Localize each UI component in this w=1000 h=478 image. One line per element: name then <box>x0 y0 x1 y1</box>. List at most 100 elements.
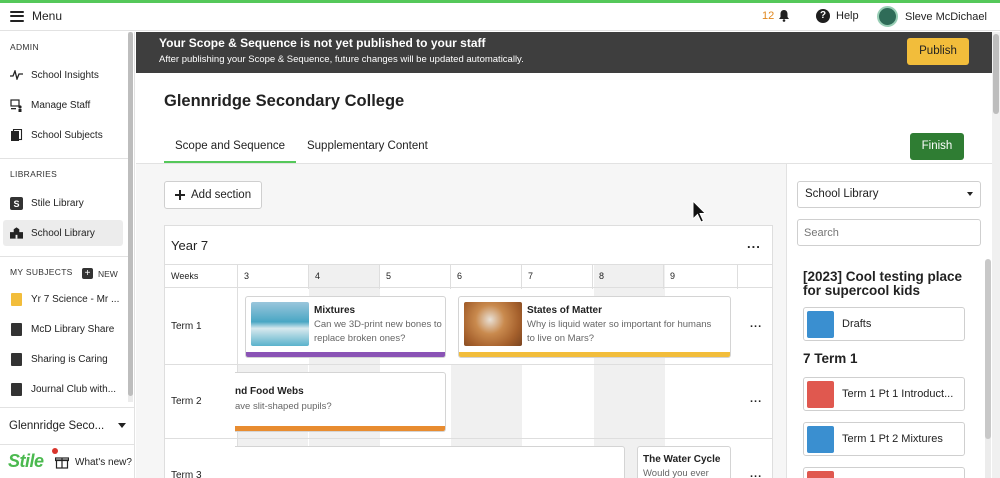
week-number: 4 <box>315 271 321 281</box>
folder-thumbnail <box>807 310 834 338</box>
term-label: Term 2 <box>171 396 202 407</box>
sidebar-divider <box>0 256 128 257</box>
sidebar-item-label: Sharing is Caring <box>31 353 108 365</box>
library-lesson-label: Term 1 Pt 1 Introduct... <box>842 388 954 400</box>
stile-s-icon: S <box>10 196 23 210</box>
week-number: 5 <box>386 271 392 281</box>
sidebar-item-school-insights[interactable]: School Insights <box>3 62 123 88</box>
library-lesson-card[interactable]: Term 1 Pt 2 Mixtures <box>803 422 965 456</box>
drafts-label: Drafts <box>842 318 872 330</box>
new-subject-button[interactable]: + NEW <box>82 268 118 279</box>
sidebar-item-stile-library[interactable]: S Stile Library <box>3 190 123 216</box>
sidebar-item-label: Yr 7 Science - Mr ... <box>31 293 120 305</box>
avatar <box>877 6 898 27</box>
my-subjects-heading: MY SUBJECTS <box>10 267 73 277</box>
term-group-heading: 7 Term 1 <box>803 351 858 366</box>
sidebar-item-subject[interactable]: Journal Club with... <box>3 376 123 402</box>
sidebar-item-subject[interactable]: Yr 7 Science - Mr ... <box>3 286 123 312</box>
user-name: Sleve McDichael <box>905 10 987 23</box>
lesson-question: ave slit-shaped pupils? <box>235 401 332 412</box>
user-menu[interactable]: Sleve McDichael <box>877 6 987 27</box>
new-indicator-dot <box>52 448 58 454</box>
sidebar-divider <box>0 158 128 159</box>
help-icon: ? <box>816 9 830 23</box>
year-more-button[interactable]: ... <box>747 236 761 251</box>
lesson-card[interactable] <box>235 446 625 478</box>
banner-subtitle: After publishing your Scope & Sequence, … <box>159 54 524 65</box>
books-icon <box>10 128 23 142</box>
column-divider <box>379 265 380 289</box>
sidebar-item-school-library[interactable]: School Library <box>3 220 123 246</box>
lesson-title: The Water Cycle <box>643 454 721 465</box>
library-group-heading: [2023] Cool testing place for supercool … <box>803 269 963 298</box>
lesson-card-mixtures[interactable]: Mixtures Can we 3D-print new bones to re… <box>245 296 446 358</box>
lesson-question: Why is liquid water so important for hum… <box>527 319 712 344</box>
sidebar-item-label: School Insights <box>31 69 99 81</box>
term-more-button[interactable]: ... <box>750 318 762 330</box>
notifications-button[interactable]: 12 <box>762 9 790 22</box>
term-label: Term 3 <box>171 470 202 478</box>
term-more-button[interactable]: ... <box>750 468 762 478</box>
weeks-label: Weeks <box>171 271 199 281</box>
column-divider <box>237 265 238 289</box>
tab-supplementary-content[interactable]: Supplementary Content <box>296 138 439 164</box>
lesson-color-bar <box>246 352 445 357</box>
whats-new-button[interactable]: What's new? <box>55 455 132 469</box>
sidebar-item-label: Stile Library <box>31 197 84 209</box>
whats-new-label: What's new? <box>75 456 132 468</box>
admin-heading: ADMIN <box>10 42 39 52</box>
lesson-card-states-of-matter[interactable]: States of Matter Why is liquid water so … <box>458 296 731 358</box>
sidebar-item-label: School Library <box>31 227 95 239</box>
drafts-card[interactable]: Drafts <box>803 307 965 341</box>
lesson-question: Would you ever <box>643 468 709 478</box>
lesson-card-water-cycle[interactable]: The Water Cycle Would you ever <box>637 446 731 478</box>
libraries-heading: LIBRARIES <box>10 169 58 179</box>
library-select-value: School Library <box>805 188 879 200</box>
add-section-button[interactable]: Add section <box>164 181 262 209</box>
sidebar: ADMIN School Insights Manage Staff Schoo… <box>0 32 135 478</box>
menu-button[interactable]: Menu <box>10 9 62 23</box>
plus-icon: + <box>82 268 93 279</box>
publish-button[interactable]: Publish <box>907 38 969 65</box>
sidebar-item-subject[interactable]: Sharing is Caring <box>3 346 123 372</box>
week-number: 7 <box>528 271 534 281</box>
panel-scrollbar[interactable] <box>985 259 991 439</box>
caret-down-icon <box>967 192 973 196</box>
notebook-icon <box>10 322 23 336</box>
tab-bar: Scope and Sequence Supplementary Content <box>164 138 439 164</box>
tab-scope-and-sequence[interactable]: Scope and Sequence <box>164 138 296 164</box>
lesson-card-food-webs[interactable]: nd Food Webs ave slit-shaped pupils? <box>235 372 446 432</box>
lesson-title: nd Food Webs <box>235 386 304 397</box>
week-number: 8 <box>599 271 605 281</box>
library-lesson-card[interactable] <box>803 467 965 478</box>
library-select[interactable]: School Library <box>797 181 981 208</box>
sidebar-item-subject[interactable]: McD Library Share <box>3 316 123 342</box>
row-divider <box>165 438 772 439</box>
lesson-title: Mixtures <box>314 305 356 316</box>
column-divider <box>737 265 738 289</box>
school-switcher[interactable]: Glennridge Seco... <box>0 407 135 443</box>
week-number: 3 <box>244 271 250 281</box>
help-button[interactable]: ? Help <box>816 9 859 23</box>
sidebar-item-school-subjects[interactable]: School Subjects <box>3 122 123 148</box>
sidebar-item-label: McD Library Share <box>31 323 115 335</box>
library-lesson-card[interactable]: Term 1 Pt 1 Introduct... <box>803 377 965 411</box>
library-search-input[interactable] <box>797 219 981 246</box>
sidebar-item-label: Manage Staff <box>31 99 91 111</box>
page-title: Glennridge Secondary College <box>164 92 405 110</box>
term-more-button[interactable]: ... <box>750 393 762 405</box>
help-label: Help <box>836 10 859 22</box>
new-label: NEW <box>98 268 118 279</box>
sidebar-scrollbar[interactable] <box>128 32 133 396</box>
lesson-thumbnail <box>464 302 522 346</box>
stile-logo[interactable]: Stile <box>8 451 44 472</box>
pulse-icon <box>10 69 23 82</box>
finish-button[interactable]: Finish <box>910 133 964 160</box>
year-title: Year 7 <box>171 238 209 253</box>
week-number: 6 <box>457 271 463 281</box>
add-section-label: Add section <box>191 189 252 201</box>
banner-title: Your Scope & Sequence is not yet publish… <box>159 36 486 50</box>
window-scrollbar[interactable] <box>993 34 999 114</box>
sidebar-item-manage-staff[interactable]: Manage Staff <box>3 92 123 118</box>
svg-text:S: S <box>13 199 19 209</box>
